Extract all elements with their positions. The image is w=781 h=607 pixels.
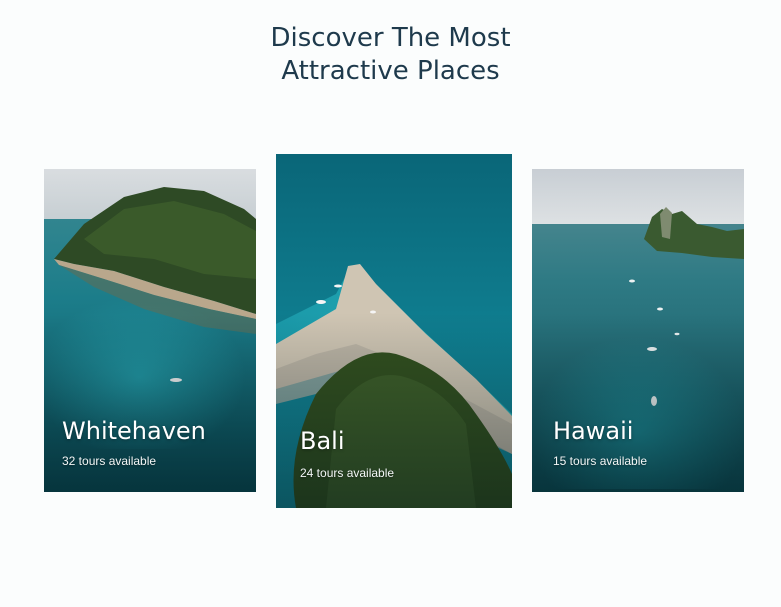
tours-count: 15 tours available <box>553 454 648 468</box>
destination-name: Hawaii <box>553 417 634 445</box>
section-heading-line-2: Attractive Places <box>281 56 500 86</box>
section-heading: Discover The Most Attractive Places <box>0 22 781 88</box>
destination-name: Bali <box>300 427 345 455</box>
section-heading-line-1: Discover The Most <box>270 23 511 53</box>
destination-card-bali[interactable]: Bali 24 tours available <box>276 154 512 508</box>
destination-card-hawaii[interactable]: Hawaii 15 tours available <box>532 169 744 492</box>
tours-count: 24 tours available <box>300 466 395 480</box>
destination-name: Whitehaven <box>62 417 206 445</box>
tours-count: 32 tours available <box>62 454 157 468</box>
destination-card-whitehaven[interactable]: Whitehaven 32 tours available <box>44 169 256 492</box>
